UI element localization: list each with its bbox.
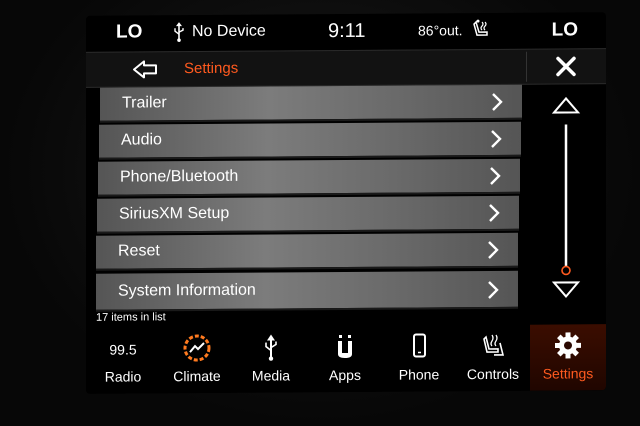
close-button[interactable] — [526, 51, 606, 82]
list-item-audio[interactable]: Audio — [99, 121, 521, 160]
usb-icon — [174, 22, 184, 42]
clock: 9:11 — [328, 19, 366, 43]
status-bar: LO No Device 9:11 86°out. LO — [86, 12, 606, 50]
list-item-label: Reset — [118, 242, 160, 260]
list-item-label: Audio — [121, 131, 162, 149]
nav-phone[interactable]: Phone — [382, 325, 456, 392]
close-icon — [556, 56, 576, 77]
chevron-right-icon — [488, 281, 499, 299]
nav-apps[interactable]: Apps — [308, 326, 382, 393]
list-item-label: Trailer — [122, 94, 167, 112]
bottom-nav: 99.5 Radio Climate Media Apps Phone Cont… — [86, 324, 606, 394]
list-item-system-information[interactable]: System Information — [96, 270, 518, 312]
apps-icon — [338, 334, 352, 359]
list-item-trailer[interactable]: Trailer — [100, 84, 522, 123]
chevron-right-icon — [490, 167, 501, 185]
nav-phone-label: Phone — [398, 366, 440, 383]
list-item-label: System Information — [118, 281, 256, 300]
page-title: Settings — [184, 59, 239, 78]
head-unit-screen: LO No Device 9:11 86°out. LO Settings Tr… — [86, 12, 606, 394]
chevron-right-icon — [491, 130, 502, 148]
list-item-siriusxm-setup[interactable]: SiriusXM Setup — [97, 195, 519, 234]
chevron-right-icon — [488, 241, 499, 259]
seat-heat-icon[interactable] — [472, 19, 490, 39]
nav-settings-label: Settings — [542, 365, 594, 382]
nav-media-label: Media — [251, 367, 291, 384]
scrollbar[interactable] — [526, 84, 606, 313]
nav-controls-label: Controls — [466, 365, 520, 383]
chevron-right-icon — [489, 204, 500, 222]
climate-icon — [183, 334, 211, 362]
scroll-track — [551, 96, 581, 299]
left-temp-setting[interactable]: LO — [116, 21, 142, 43]
nav-controls[interactable]: Controls — [456, 325, 530, 392]
phone-icon — [413, 333, 426, 358]
radio-frequency-value: 99.5 — [109, 341, 137, 358]
nav-climate-label: Climate — [173, 367, 221, 385]
usb-icon — [265, 334, 277, 361]
device-status: No Device — [192, 22, 266, 41]
back-arrow-icon — [133, 60, 157, 79]
nav-climate[interactable]: Climate — [160, 327, 234, 394]
nav-radio-label: Radio — [104, 368, 142, 385]
list-item-label: SiriusXM Setup — [119, 204, 230, 223]
controls-icon — [483, 334, 505, 356]
radio-frequency: 99.5 — [86, 333, 160, 364]
right-temp-setting[interactable]: LO — [552, 19, 578, 41]
scroll-thumb — [561, 265, 571, 276]
back-button[interactable] — [118, 55, 170, 83]
scroll-down-icon[interactable] — [551, 281, 581, 299]
nav-apps-label: Apps — [329, 366, 361, 384]
nav-settings[interactable]: Settings — [530, 324, 606, 391]
settings-list: Trailer Audio Phone/Bluetooth SiriusXM S… — [96, 84, 522, 316]
chevron-right-icon — [492, 93, 503, 111]
nav-media[interactable]: Media — [234, 326, 308, 393]
list-item-label: Phone/Bluetooth — [120, 167, 239, 186]
settings-header: Settings — [86, 48, 606, 88]
items-count: 17 items in list — [96, 311, 166, 324]
outside-temp: 86°out. — [418, 22, 463, 39]
scroll-up-icon[interactable] — [551, 96, 581, 114]
nav-radio[interactable]: 99.5 Radio — [86, 327, 160, 394]
list-item-reset[interactable]: Reset — [96, 232, 518, 271]
gear-icon — [555, 332, 581, 359]
list-item-phone-bluetooth[interactable]: Phone/Bluetooth — [98, 158, 520, 197]
